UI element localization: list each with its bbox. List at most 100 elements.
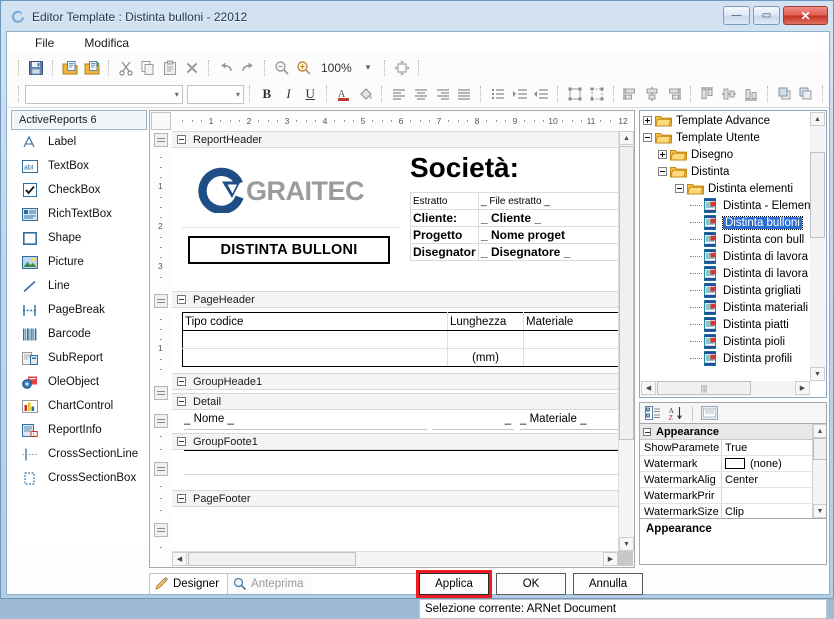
table-row[interactable]	[182, 330, 618, 349]
tool-item-barcode[interactable]: Barcode	[11, 322, 147, 346]
tree-node-distinta-elementi[interactable]: Distinta elementi	[641, 180, 810, 197]
tree-vertical-scrollbar[interactable]: ▲ ▼	[810, 112, 825, 381]
increase-indent-icon[interactable]	[509, 83, 531, 105]
zoom-out-icon[interactable]	[271, 57, 293, 79]
collapse-icon[interactable]	[177, 494, 186, 503]
scrollbar-thumb[interactable]	[813, 438, 826, 460]
bold-button[interactable]: B	[256, 83, 278, 105]
collapse-icon[interactable]	[177, 397, 186, 406]
copy-icon[interactable]	[137, 57, 159, 79]
scroll-up-arrow-icon[interactable]: ▲	[810, 112, 825, 126]
tool-item-subreport[interactable]: SubReport	[11, 346, 147, 370]
property-grid-scrollbar[interactable]: ▲ ▼	[812, 424, 826, 518]
table-row[interactable]: ShowParamete True	[640, 440, 826, 456]
align-left-icon[interactable]	[388, 83, 410, 105]
property-value-cell[interactable]: (none)	[722, 456, 826, 471]
fit-to-window-icon[interactable]	[391, 57, 413, 79]
scroll-down-arrow-icon[interactable]: ▼	[813, 504, 826, 518]
color-swatch[interactable]	[725, 458, 745, 469]
tool-item-textbox[interactable]: abI TextBox	[11, 154, 147, 178]
collapse-icon[interactable]	[177, 377, 186, 386]
collapse-icon[interactable]	[643, 133, 652, 142]
section-header-groupheader1[interactable]: GroupHeade1	[172, 373, 618, 390]
section-header-reportheader[interactable]: ReportHeader	[172, 131, 618, 148]
tool-item-picture[interactable]: Picture	[11, 250, 147, 274]
property-value[interactable]	[722, 488, 826, 503]
list-item[interactable]: Distinta con bull	[641, 231, 810, 248]
menu-modifica[interactable]: Modifica	[74, 34, 139, 52]
property-value[interactable]: True	[722, 440, 826, 455]
list-item[interactable]: Distinta di lavora	[641, 248, 810, 265]
collapse-icon[interactable]	[177, 437, 186, 446]
section-header-pagefooter[interactable]: PageFooter	[172, 490, 618, 507]
scroll-down-arrow-icon[interactable]: ▼	[619, 537, 634, 551]
logo-area[interactable]: GRAITEC	[182, 156, 400, 228]
alphabetical-sort-icon[interactable]: AZ	[666, 404, 686, 422]
table-row[interactable]: Disegnator _ Disegnatore _	[410, 243, 618, 261]
collapse-icon[interactable]	[643, 427, 651, 436]
section-grip[interactable]	[154, 386, 168, 400]
section-body-groupheader1[interactable]	[172, 390, 618, 393]
design-canvas[interactable]: ReportHeader GRAITEC DISTINTA BULLONI So…	[172, 131, 618, 551]
font-size-combo[interactable]: ▾	[186, 84, 245, 104]
send-to-back-icon[interactable]	[795, 83, 817, 105]
tool-item-chartcontrol[interactable]: ChartControl	[11, 394, 147, 418]
annulla-button[interactable]: Annulla	[573, 573, 643, 595]
table-row[interactable]: WatermarkPrir	[640, 488, 826, 504]
tree-node-distinta[interactable]: Distinta	[641, 163, 810, 180]
collapse-icon[interactable]	[177, 295, 186, 304]
section-grip[interactable]	[154, 462, 168, 476]
table-row[interactable]: Tipo codice Lunghezza Materiale	[182, 312, 618, 331]
table-row[interactable]: Cliente: _ Cliente _	[410, 209, 618, 227]
tool-item-shape[interactable]: Shape	[11, 226, 147, 250]
template-tree[interactable]: Template Advance Template Utente Disegno	[641, 112, 810, 381]
table-row[interactable]: WatermarkSize Clip	[640, 504, 826, 518]
list-item[interactable]: Distinta piatti	[641, 316, 810, 333]
tree-node-disegno[interactable]: Disegno	[641, 146, 810, 163]
italic-button[interactable]: I	[278, 83, 300, 105]
menu-file[interactable]: File	[25, 34, 64, 52]
align-center-icon[interactable]	[410, 83, 432, 105]
maximize-button[interactable]: ▭	[753, 6, 780, 25]
tab-anteprima[interactable]: Anteprima	[227, 572, 313, 594]
align-objects-bottom-icon[interactable]	[740, 83, 762, 105]
section-grip[interactable]	[154, 414, 168, 428]
bullet-list-icon[interactable]	[487, 83, 509, 105]
section-header-detail[interactable]: Detail	[172, 393, 618, 410]
scroll-right-arrow-icon[interactable]: ▶	[795, 381, 810, 395]
section-grip[interactable]	[154, 523, 168, 537]
undo-icon[interactable]	[215, 57, 237, 79]
company-heading[interactable]: Società:	[410, 152, 519, 184]
section-grip[interactable]	[154, 294, 168, 308]
property-value[interactable]: Clip	[722, 504, 826, 518]
tool-item-label[interactable]: Label	[11, 130, 147, 154]
ok-button[interactable]: OK	[496, 573, 566, 595]
tool-item-line[interactable]: Line	[11, 274, 147, 298]
scroll-left-arrow-icon[interactable]: ◀	[172, 552, 187, 566]
close-button[interactable]: ✕	[783, 6, 828, 25]
list-item-selected[interactable]: Distinta bulloni	[641, 214, 810, 231]
section-body-pageheader[interactable]: Tipo codice Lunghezza Materiale (mm)	[172, 308, 618, 373]
zoom-dropdown-caret-icon[interactable]: ▾	[357, 57, 379, 79]
section-body-pagefooter[interactable]	[172, 507, 618, 531]
list-item[interactable]: Distinta profili	[641, 350, 810, 367]
align-objects-top-icon[interactable]	[697, 83, 719, 105]
list-item[interactable]: Distinta di lavora	[641, 265, 810, 282]
paste-icon[interactable]	[159, 57, 181, 79]
list-item[interactable]: Distinta pioli	[641, 333, 810, 350]
section-body-groupfooter1[interactable]	[172, 450, 618, 490]
report-title-box[interactable]: DISTINTA BULLONI	[188, 236, 390, 264]
property-grid[interactable]: Appearance ShowParamete True Watermark (…	[639, 424, 827, 519]
tool-item-reportinfo[interactable]: 1 ReportInfo	[11, 418, 147, 442]
font-family-combo[interactable]: ▾	[24, 84, 183, 104]
detail-field-nome[interactable]: _ Nome _	[184, 413, 427, 430]
scrollbar-thumb[interactable]: |||	[657, 381, 751, 395]
scroll-up-arrow-icon[interactable]: ▲	[619, 131, 634, 145]
detail-field-lunghezza[interactable]: _	[432, 413, 514, 430]
font-color-icon[interactable]: A	[333, 83, 355, 105]
align-objects-left-icon[interactable]	[620, 83, 642, 105]
table-row[interactable]: Estratto _ File estratto _	[410, 192, 618, 210]
scrollbar-thumb[interactable]	[810, 152, 825, 238]
list-item[interactable]: Distinta - Elemen	[641, 197, 810, 214]
section-body-reportheader[interactable]: GRAITEC DISTINTA BULLONI Società: Estrat…	[172, 148, 618, 291]
